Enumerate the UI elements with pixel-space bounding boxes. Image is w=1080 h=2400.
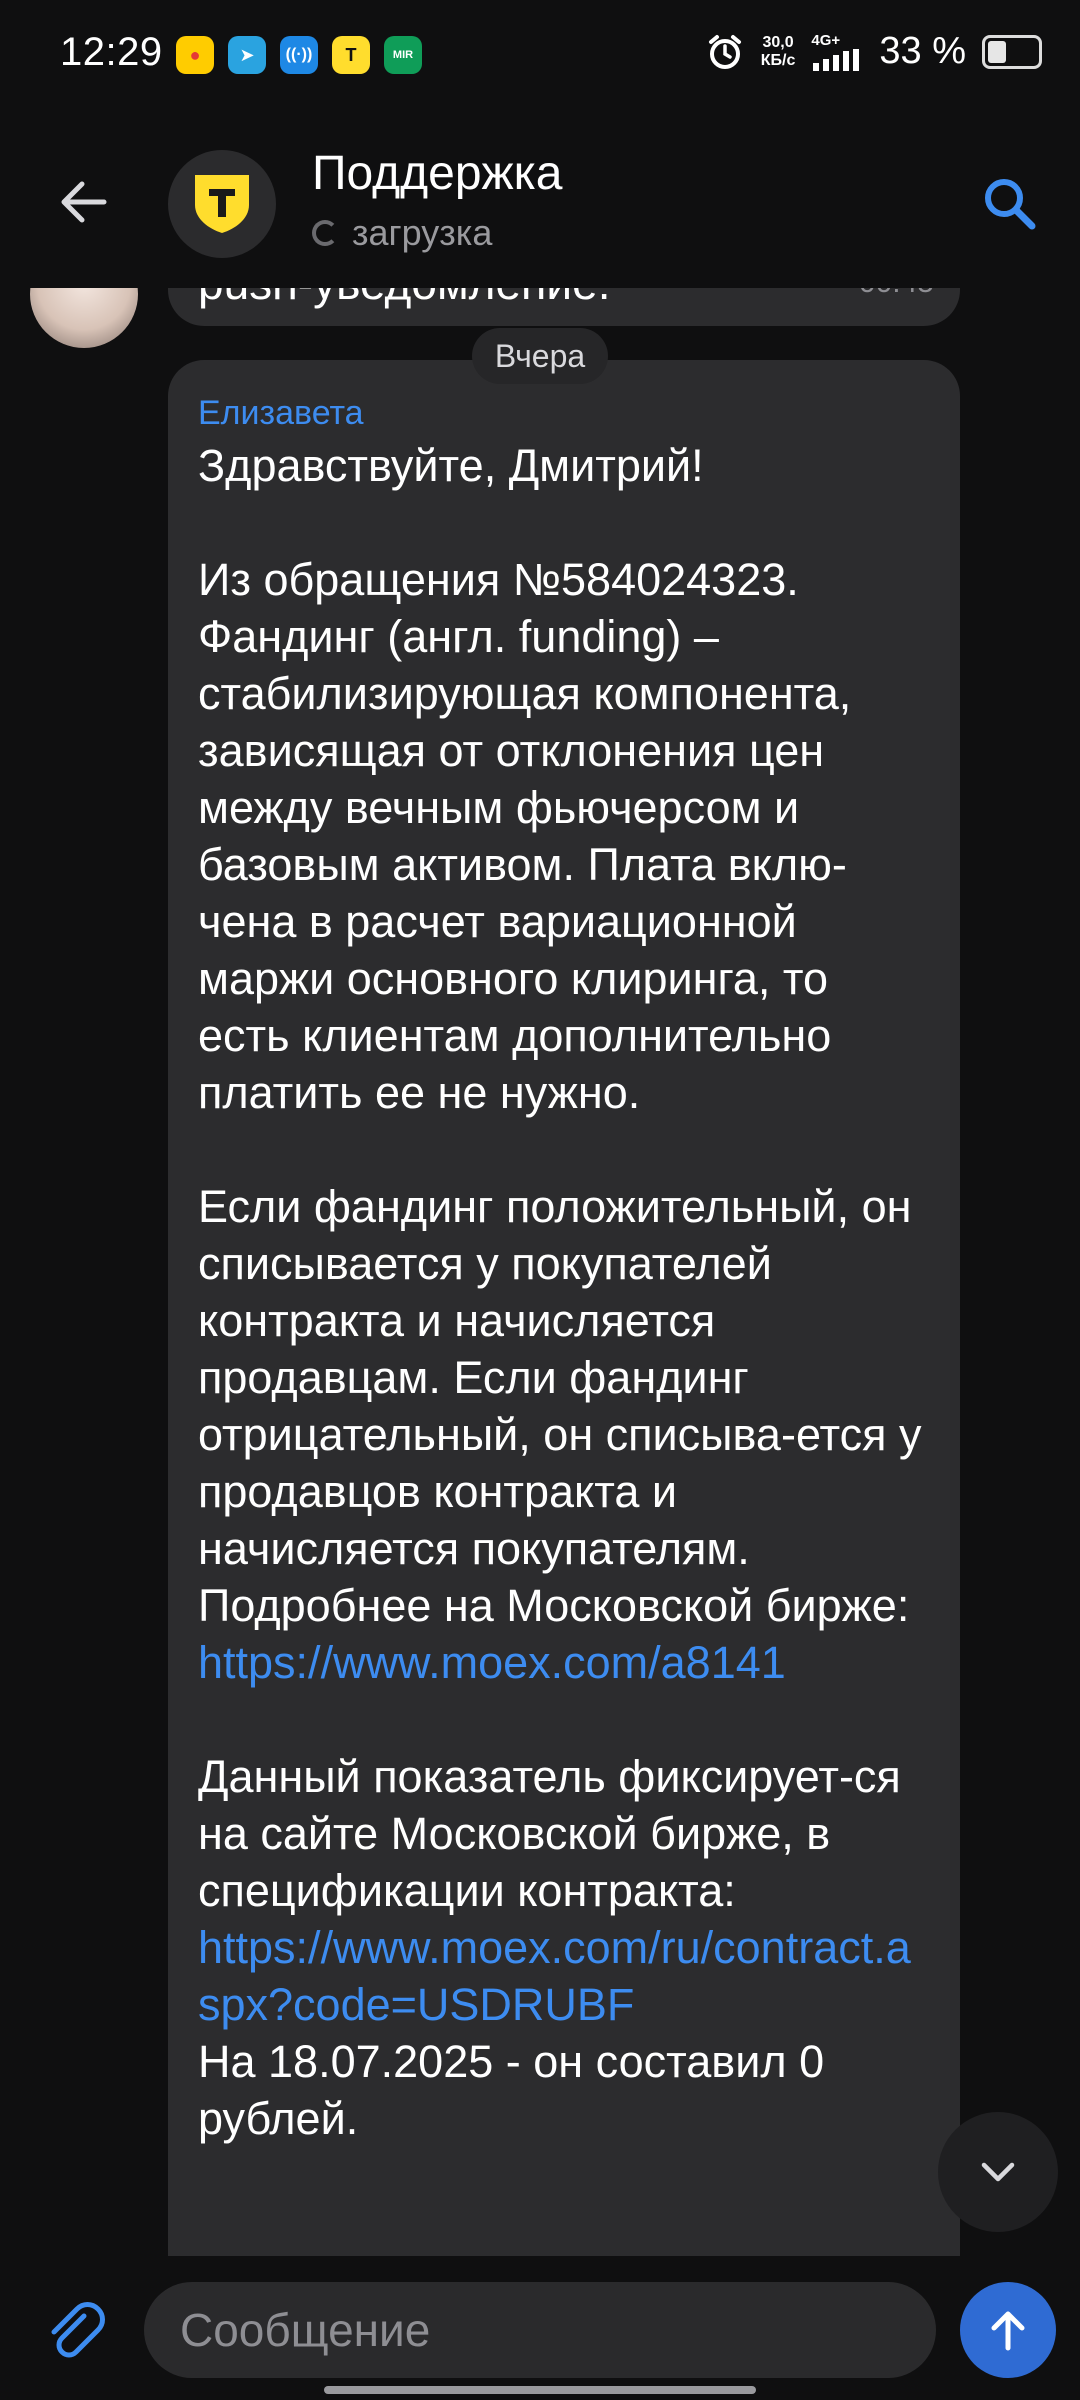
home-indicator[interactable]	[324, 2386, 756, 2394]
paperclip-icon	[51, 2302, 105, 2358]
back-button[interactable]	[50, 168, 118, 236]
chat-status: загрузка	[312, 212, 492, 254]
battery-icon	[982, 34, 1042, 69]
composer-bar	[0, 2256, 1080, 2400]
yandex-app-icon: ●	[176, 36, 214, 74]
tbank-icon: T	[332, 36, 370, 74]
chat-title[interactable]: Поддержка	[312, 146, 562, 201]
moex-contract-link[interactable]: https://www.moex.com/ru/contract.aspx?co…	[198, 1919, 930, 2033]
signal-indicator: 4G+	[811, 31, 863, 71]
search-button[interactable]	[974, 168, 1044, 238]
send-button[interactable]	[960, 2282, 1056, 2378]
message-paragraph-2: Если фандинг положительный, он списывает…	[198, 1181, 922, 1631]
battery-fill	[988, 40, 1006, 63]
message-list[interactable]: push-уведомление. 00:45 Вчера Елизавета …	[0, 270, 1080, 2270]
chevron-down-icon	[981, 2162, 1015, 2182]
status-time: 12:29	[60, 30, 163, 74]
chat-screen: 12:29 ● ➤ ((·)) T MIR 30,0 КБ/с 4G+ 33 %…	[0, 0, 1080, 2400]
message-sender: Елизавета	[198, 394, 364, 432]
chat-avatar[interactable]	[168, 150, 276, 258]
network-speed-value: 30,0	[762, 33, 794, 51]
loading-spinner-icon	[312, 220, 338, 246]
network-speed: 30,0 КБ/с	[761, 34, 796, 70]
message-text: Здравствуйте, Дмитрий! Из обращения №584…	[198, 437, 930, 2147]
message-bubble[interactable]: Елизавета Здравствуйте, Дмитрий! Из обра…	[168, 360, 960, 2260]
chat-status-text: загрузка	[352, 212, 493, 253]
message-greeting: Здравствуйте, Дмитрий!	[198, 440, 704, 491]
tbank-shield-icon	[195, 175, 249, 233]
status-bar: 12:29 ● ➤ ((·)) T MIR 30,0 КБ/с 4G+ 33 %	[0, 0, 1080, 112]
arrow-left-icon	[61, 181, 107, 223]
network-speed-unit: КБ/с	[760, 51, 796, 69]
status-right: 30,0 КБ/с 4G+ 33 %	[705, 30, 1042, 73]
battery-percent: 33 %	[879, 30, 966, 72]
message-paragraph-1: Из обращения №584024323. Фандинг (англ. …	[198, 554, 852, 1118]
message-input-field[interactable]	[144, 2282, 936, 2378]
notification-icons: ● ➤ ((·)) T MIR	[176, 36, 422, 74]
date-separator: Вчера	[472, 328, 608, 384]
arrow-up-icon	[991, 2311, 1025, 2351]
message-paragraph-4: На 18.07.2025 - он составил 0 рублей.	[198, 2036, 825, 2144]
chat-header: Поддержка загрузка	[0, 112, 1080, 288]
telegram-icon: ➤	[228, 36, 266, 74]
network-type: 4G+	[811, 31, 841, 49]
scroll-to-bottom-button[interactable]	[938, 2112, 1058, 2232]
message-input[interactable]	[180, 2303, 936, 2357]
signal-bars-icon	[813, 48, 860, 71]
search-icon	[985, 179, 1036, 230]
attach-button[interactable]	[36, 2292, 112, 2368]
hotspot-icon: ((·))	[280, 36, 318, 74]
message-paragraph-3: Данный показатель фиксирует-ся на сайте …	[198, 1751, 901, 1916]
moex-link-a8141[interactable]: https://www.moex.com/a8141	[198, 1634, 930, 1691]
mir-pay-icon: MIR	[384, 36, 422, 74]
alarm-icon	[708, 34, 741, 69]
